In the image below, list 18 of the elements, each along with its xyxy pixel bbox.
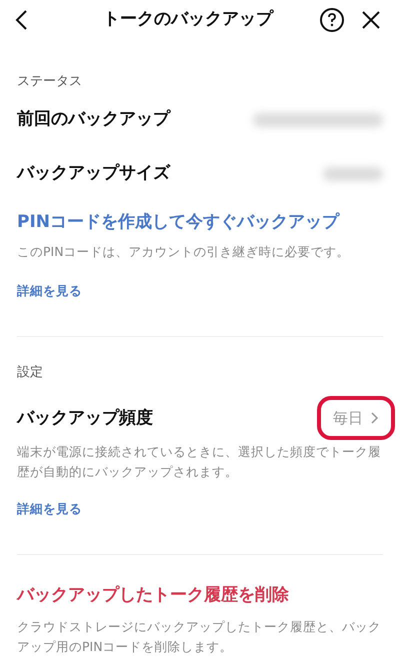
row-label: バックアップ頻度	[17, 406, 153, 430]
question-mark-icon	[327, 13, 337, 27]
help-button[interactable]	[320, 8, 344, 32]
row-label: 前回のバックアップ	[17, 108, 170, 131]
description-text: 端末が電源に接続されているときに、選択した頻度でトーク履歴が自動的にバックアップされます。	[17, 443, 382, 482]
screen-title: トークのバックアップ	[103, 8, 273, 32]
section-heading: ステータス	[17, 73, 83, 91]
backup-now-link[interactable]: PINコードを作成して今すぐバックアップ	[17, 212, 340, 232]
details-link[interactable]: 詳細を見る	[17, 501, 82, 516]
frequency-selector[interactable]: 毎日	[317, 396, 395, 440]
section-heading: 設定	[17, 364, 44, 382]
row-label: バックアップサイズ	[17, 162, 170, 185]
description-text: クラウドストレージにバックアップしたトーク履歴と、バックアップ用のPINコードを削除します。	[17, 618, 382, 656]
details-link[interactable]: 詳細を見る	[17, 282, 82, 298]
description-text: このPINコードは、アカウントの引き継ぎ時に必要です。	[17, 243, 351, 261]
delete-history-link[interactable]: バックアップしたトーク履歴を削除	[17, 585, 289, 606]
chevron-icon	[371, 412, 379, 424]
close-button[interactable]	[362, 10, 382, 30]
